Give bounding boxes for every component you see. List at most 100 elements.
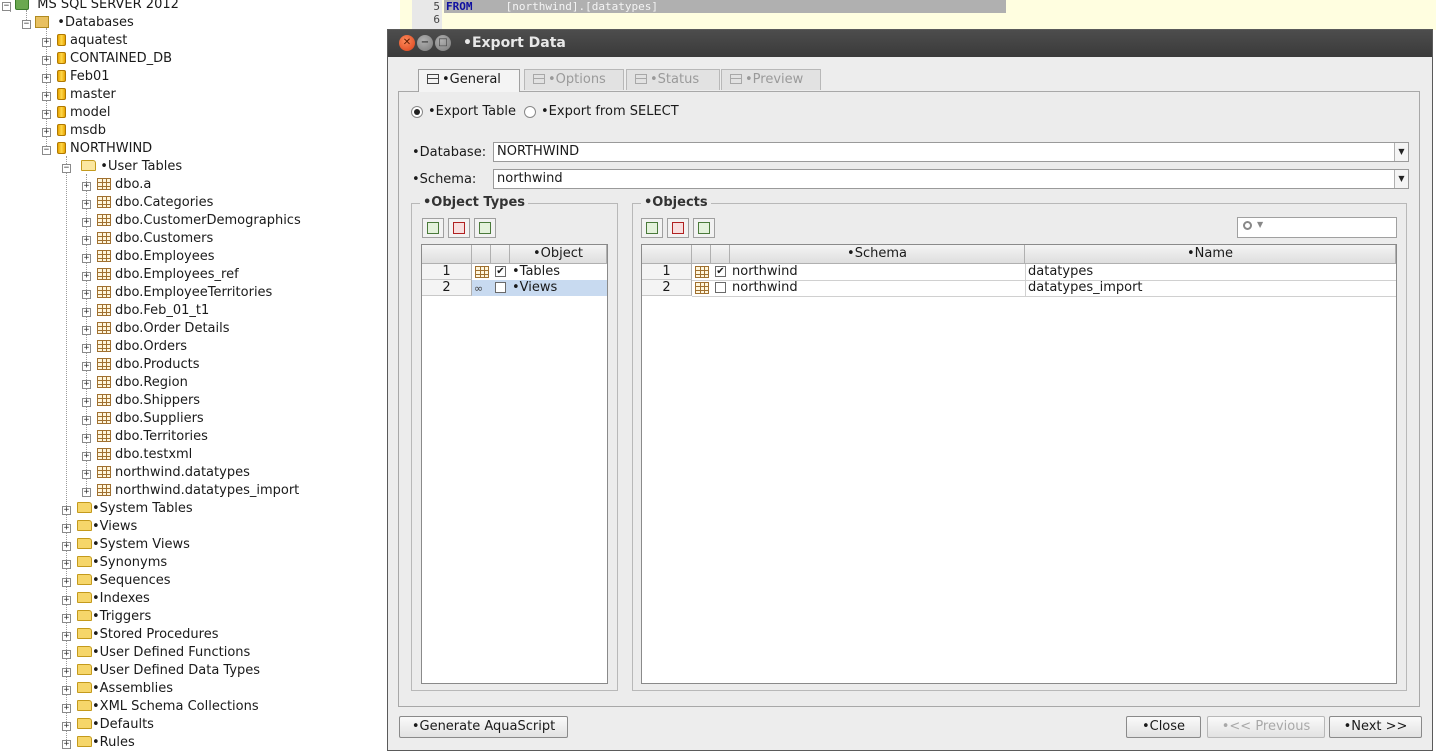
tree-database-node[interactable]: + msdb bbox=[42, 122, 106, 140]
dialog-titlebar[interactable]: ✕ − □ •Export Data bbox=[388, 30, 1432, 57]
tree-table-node[interactable]: + dbo.Order Details bbox=[82, 320, 230, 338]
tree-table-node[interactable]: + northwind.datatypes bbox=[82, 464, 250, 482]
database-select[interactable]: NORTHWIND ▼ bbox=[493, 142, 1409, 162]
tab-options[interactable]: •Options bbox=[524, 69, 624, 90]
sql-editor[interactable]: 5 6 FROM [northwind].[datatypes] bbox=[400, 0, 1436, 30]
object-schema-cell[interactable]: northwind bbox=[732, 280, 798, 296]
close-button[interactable]: •Close bbox=[1126, 716, 1201, 738]
object-type-views[interactable]: •Views bbox=[512, 280, 557, 296]
objects-grid[interactable]: •Schema •Name 1 ✔ northwind datatypes 2 … bbox=[641, 244, 1397, 684]
tree-folder-node[interactable]: + •System Tables bbox=[62, 500, 193, 518]
expand-icon[interactable]: + bbox=[82, 254, 91, 263]
views-checkbox[interactable] bbox=[495, 282, 506, 293]
expand-icon[interactable]: + bbox=[82, 308, 91, 317]
expand-icon[interactable]: + bbox=[62, 506, 71, 515]
tree-folder-node[interactable]: + •Indexes bbox=[62, 590, 150, 608]
tree-table-node[interactable]: + dbo.a bbox=[82, 176, 151, 194]
tree-database-node[interactable]: + model bbox=[42, 104, 110, 122]
expand-icon[interactable]: + bbox=[82, 326, 91, 335]
tree-database-node[interactable]: + master bbox=[42, 86, 116, 104]
expand-icon[interactable]: + bbox=[42, 74, 51, 83]
tab-preview[interactable]: •Preview bbox=[721, 69, 821, 90]
tree-folder-node[interactable]: + •XML Schema Collections bbox=[62, 698, 259, 716]
tree-table-node[interactable]: + dbo.Employees_ref bbox=[82, 266, 239, 284]
tree-table-node[interactable]: + dbo.Products bbox=[82, 356, 200, 374]
tree-table-node[interactable]: + dbo.Customers bbox=[82, 230, 213, 248]
objects-search-input[interactable]: ▼ bbox=[1237, 217, 1397, 238]
expand-icon[interactable]: + bbox=[82, 236, 91, 245]
next-button[interactable]: •Next >> bbox=[1329, 716, 1422, 738]
tree-folder-node[interactable]: + •User Defined Data Types bbox=[62, 662, 260, 680]
tree-table-node[interactable]: + northwind.datatypes_import bbox=[82, 482, 299, 500]
tree-table-node[interactable]: + dbo.Territories bbox=[82, 428, 208, 446]
tree-database-node[interactable]: + Feb01 bbox=[42, 68, 110, 86]
tree-folder-node[interactable]: + •Assemblies bbox=[62, 680, 173, 698]
expand-icon[interactable]: + bbox=[82, 380, 91, 389]
previous-button[interactable]: •<< Previous bbox=[1207, 716, 1325, 738]
export-table-radio[interactable] bbox=[411, 106, 423, 118]
object-checkbox[interactable]: ✔ bbox=[715, 266, 726, 277]
tree-folder-node[interactable]: + •Stored Procedures bbox=[62, 626, 219, 644]
object-column-header[interactable]: •Object bbox=[510, 245, 607, 264]
expand-icon[interactable]: + bbox=[82, 182, 91, 191]
tables-checkbox[interactable]: ✔ bbox=[495, 266, 506, 277]
expand-icon[interactable]: + bbox=[82, 272, 91, 281]
export-table-label[interactable]: •Export Table bbox=[428, 104, 516, 119]
invert-check-button[interactable] bbox=[474, 218, 496, 238]
expand-icon[interactable]: + bbox=[42, 92, 51, 101]
tab-status[interactable]: •Status bbox=[626, 69, 720, 90]
expand-icon[interactable]: + bbox=[62, 560, 71, 569]
tree-folder-node[interactable]: + •Sequences bbox=[62, 572, 171, 590]
expand-icon[interactable]: + bbox=[82, 398, 91, 407]
tree-table-node[interactable]: + dbo.EmployeeTerritories bbox=[82, 284, 272, 302]
expand-icon[interactable]: − bbox=[42, 146, 51, 155]
collapse-icon[interactable]: − bbox=[62, 164, 71, 173]
editor-current-line[interactable]: FROM [northwind].[datatypes] bbox=[444, 0, 1006, 13]
tree-folder-node[interactable]: + •User Defined Functions bbox=[62, 644, 250, 662]
expand-icon[interactable]: + bbox=[62, 614, 71, 623]
expand-icon[interactable]: + bbox=[82, 344, 91, 353]
schema-column-header[interactable]: •Schema bbox=[730, 245, 1025, 264]
object-schema-cell[interactable]: northwind bbox=[732, 264, 798, 280]
expand-icon[interactable]: + bbox=[62, 578, 71, 587]
tree-folder-node[interactable]: + •Defaults bbox=[62, 716, 154, 734]
expand-icon[interactable]: + bbox=[62, 722, 71, 731]
expand-icon[interactable]: + bbox=[62, 740, 71, 749]
chevron-down-icon[interactable]: ▼ bbox=[1394, 143, 1408, 161]
expand-icon[interactable]: + bbox=[62, 686, 71, 695]
window-close-icon[interactable]: ✕ bbox=[399, 35, 415, 51]
window-maximize-icon[interactable]: □ bbox=[435, 35, 451, 51]
tree-table-node[interactable]: + dbo.Feb_01_t1 bbox=[82, 302, 209, 320]
export-select-label[interactable]: •Export from SELECT bbox=[541, 104, 679, 119]
expand-icon[interactable]: + bbox=[82, 470, 91, 479]
chevron-down-icon[interactable]: ▼ bbox=[1257, 220, 1263, 229]
expand-icon[interactable]: + bbox=[42, 56, 51, 65]
expand-icon[interactable]: + bbox=[82, 488, 91, 497]
uncheck-all-button[interactable] bbox=[667, 218, 689, 238]
tree-database-node[interactable]: + aquatest bbox=[42, 32, 127, 50]
tree-table-node[interactable]: + dbo.Region bbox=[82, 374, 188, 392]
chevron-down-icon[interactable]: ▼ bbox=[1394, 170, 1408, 188]
tree-table-node[interactable]: + dbo.Suppliers bbox=[82, 410, 204, 428]
check-all-button[interactable] bbox=[422, 218, 444, 238]
expand-icon[interactable]: + bbox=[42, 38, 51, 47]
tree-table-node[interactable]: + dbo.Categories bbox=[82, 194, 213, 212]
tree-table-node[interactable]: + dbo.testxml bbox=[82, 446, 192, 464]
expand-icon[interactable]: + bbox=[82, 452, 91, 461]
expand-icon[interactable]: + bbox=[42, 110, 51, 119]
generate-aquascript-button[interactable]: •Generate AquaScript bbox=[399, 716, 568, 738]
expand-icon[interactable]: + bbox=[62, 704, 71, 713]
expand-icon[interactable]: + bbox=[62, 668, 71, 677]
tree-databases-node[interactable]: − •Databases bbox=[22, 14, 134, 32]
expand-icon[interactable]: + bbox=[82, 200, 91, 209]
tree-folder-node[interactable]: + •Views bbox=[62, 518, 137, 536]
expand-icon[interactable]: + bbox=[62, 542, 71, 551]
tree-table-node[interactable]: + dbo.Employees bbox=[82, 248, 215, 266]
export-select-radio[interactable] bbox=[524, 106, 536, 118]
collapse-icon[interactable]: − bbox=[2, 2, 11, 11]
tree-folder-node[interactable]: + •Triggers bbox=[62, 608, 151, 626]
tree-table-node[interactable]: + dbo.Orders bbox=[82, 338, 187, 356]
expand-icon[interactable]: + bbox=[82, 362, 91, 371]
object-checkbox[interactable] bbox=[715, 282, 726, 293]
tree-user-tables-node[interactable]: − •User Tables bbox=[62, 158, 182, 176]
